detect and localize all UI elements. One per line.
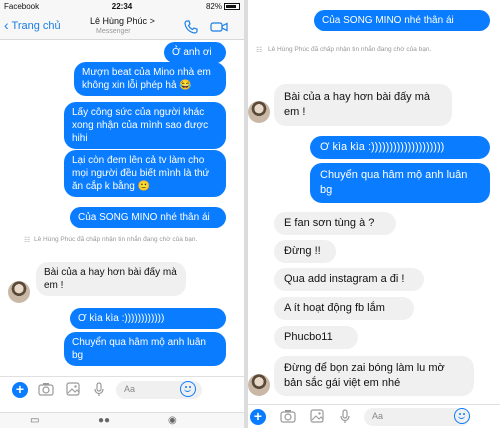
message-bubble-outgoing[interactable]: Chuyển qua hâm mộ anh luân bg: [310, 163, 490, 203]
message-bubble-incoming[interactable]: Qua add instagram a đi !: [274, 268, 424, 291]
back-button[interactable]: ‹ Trang chủ: [4, 17, 61, 33]
message-bubble-outgoing[interactable]: Ơ kìa kìa :)))))))))))): [70, 308, 226, 329]
message-bubble-outgoing[interactable]: Ơ kìa kìa :)))))))))))))))))))): [310, 136, 490, 159]
message-bubble-outgoing[interactable]: Chuyển qua hâm mộ anh luân bg: [64, 332, 226, 366]
image-icon[interactable]: [66, 382, 80, 396]
discover-tab-icon[interactable]: ◉: [168, 415, 177, 426]
bottom-tab-bar: ▭ ●● ◉: [0, 412, 244, 428]
contact-name-text: Lê Hùng Phúc: [90, 16, 148, 26]
back-label: Trang chủ: [11, 20, 61, 32]
conversation-header: ‹ Trang chủ Lê Hùng Phúc > Messenger: [0, 14, 244, 40]
battery-percent: 82%: [205, 2, 222, 11]
mic-icon[interactable]: [340, 409, 350, 424]
home-tab-icon[interactable]: ▭: [30, 415, 39, 426]
emoji-icon[interactable]: [454, 408, 470, 424]
system-notice: Lê Hùng Phúc đã chấp nhận tin nhắn đang …: [268, 46, 432, 53]
plus-icon[interactable]: +: [12, 382, 28, 398]
phone-icon[interactable]: [184, 20, 198, 34]
avatar[interactable]: [8, 281, 30, 303]
message-bubble-incoming[interactable]: A ít hoạt động fb lắm: [274, 297, 414, 320]
message-bubble-incoming[interactable]: Bài của a hay hơn bài đấy mà em !: [274, 84, 452, 126]
left-screenshot: Facebook 22:34 82% ‹ Trang chủ Lê Hùng P…: [0, 0, 244, 428]
avatar[interactable]: [248, 101, 270, 123]
right-screenshot: Của SONG MINO nhé thân ái ☷ Lê Hùng Phúc…: [248, 0, 500, 428]
message-bubble-outgoing[interactable]: Lại còn đem lên cả tv làm cho mọi người …: [64, 150, 226, 197]
composer-bar: + Aa: [248, 404, 500, 428]
message-bubble-incoming[interactable]: Đừng !!: [274, 240, 336, 263]
message-bubble-outgoing[interactable]: Của SONG MINO nhé thân ái: [70, 207, 226, 228]
avatar[interactable]: [248, 374, 270, 396]
contact-chevron: >: [149, 16, 155, 26]
message-bubble-outgoing[interactable]: Ở anh ơi: [164, 42, 226, 63]
message-bubble-outgoing[interactable]: Mượn beat của Mino nhà em không xin lỗi …: [74, 62, 226, 96]
battery-indicator: 82%: [206, 2, 240, 11]
status-bar: Facebook 22:34 82%: [0, 0, 244, 14]
accepted-request-icon: ☷: [24, 237, 31, 244]
contact-subtitle: Messenger: [96, 28, 131, 35]
message-bubble-incoming[interactable]: Bài của a hay hơn bài đấy mà em !: [36, 262, 186, 296]
camera-icon[interactable]: [280, 409, 296, 423]
message-bubble-incoming[interactable]: Phucbo11: [274, 326, 358, 349]
message-bubble-incoming[interactable]: E fan sơn tùng à ?: [274, 212, 396, 235]
mic-icon[interactable]: [94, 382, 104, 397]
contact-name[interactable]: Lê Hùng Phúc >: [90, 16, 155, 26]
emoji-icon[interactable]: [180, 381, 196, 397]
accepted-request-icon: ☷: [256, 47, 263, 54]
message-bubble-outgoing[interactable]: Lấy công sức của người khác xong nhận củ…: [64, 102, 226, 149]
battery-icon: [224, 3, 240, 10]
message-bubble-incoming[interactable]: Đừng để bọn zai bóng làm lu mờ bản sắc g…: [274, 356, 474, 396]
video-icon[interactable]: [210, 20, 228, 34]
back-chevron-icon: ‹: [4, 17, 9, 33]
camera-icon[interactable]: [38, 382, 54, 396]
image-icon[interactable]: [310, 409, 324, 423]
composer-bar: + Aa: [0, 376, 244, 402]
system-notice: Lê Hùng Phúc đã chấp nhận tin nhắn đang …: [34, 236, 198, 243]
people-tab-icon[interactable]: ●●: [98, 415, 110, 426]
message-bubble-outgoing[interactable]: Của SONG MINO nhé thân ái: [314, 10, 490, 31]
plus-icon[interactable]: +: [250, 409, 266, 425]
